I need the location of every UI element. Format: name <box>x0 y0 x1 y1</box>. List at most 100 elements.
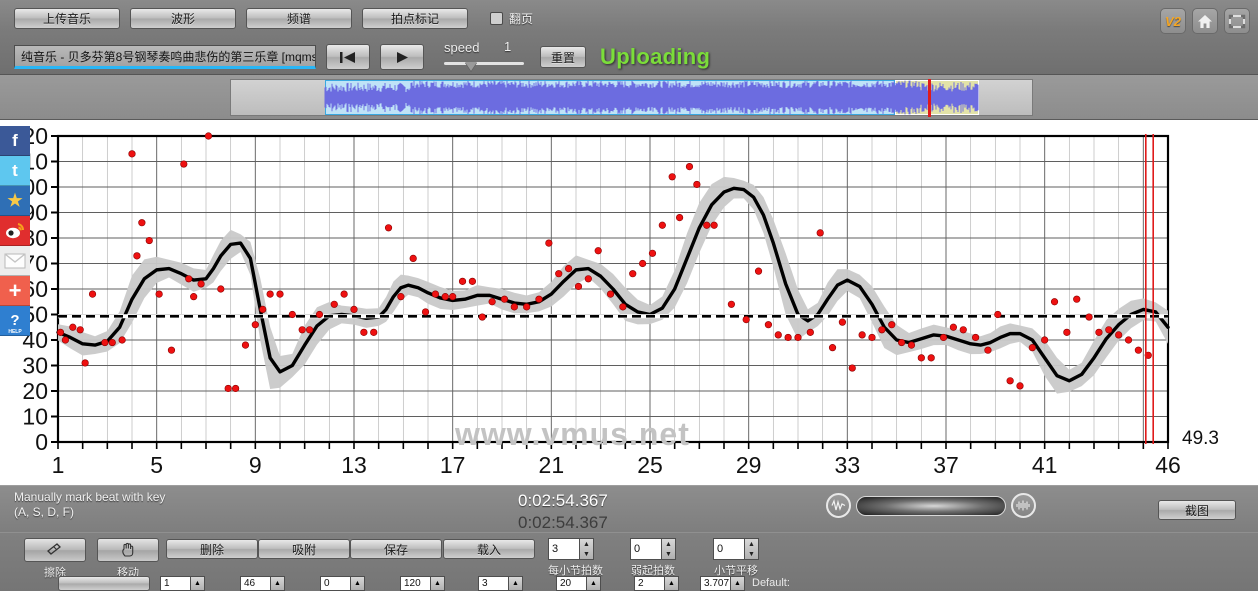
move-tool-button[interactable] <box>97 538 159 562</box>
overflow-stepper-value[interactable]: 120 <box>400 576 430 591</box>
tempo-chart-panel[interactable]: 0102030405060708090100110120159131721252… <box>0 120 1258 485</box>
svg-text:37: 37 <box>933 452 959 478</box>
help-icon[interactable]: ? HELP <box>0 306 30 336</box>
svg-text:9: 9 <box>249 452 262 478</box>
status-strip: Manually mark beat with key (A, S, D, F)… <box>0 485 1258 532</box>
volume-slider[interactable] <box>856 495 1006 516</box>
share-plus-icon[interactable]: + <box>0 276 30 306</box>
overflow-stepper-up-arrow[interactable]: ▲ <box>664 576 679 591</box>
delete-button[interactable]: 删除 <box>166 539 258 559</box>
overflow-stepper-5[interactable]: 3 ▲ <box>478 576 523 591</box>
overflow-stepper-value[interactable]: 3.707 <box>700 576 730 591</box>
stepper-up-arrow[interactable]: ▲ <box>580 539 593 549</box>
pickup-beats-arrows[interactable]: ▲ ▼ <box>661 538 676 560</box>
overflow-button[interactable] <box>58 576 150 591</box>
save-button[interactable]: 保存 <box>350 539 442 559</box>
beats-per-measure-group[interactable]: 3 ▲ ▼ 每小节拍数 <box>548 538 603 578</box>
overflow-stepper-value[interactable]: 3 <box>478 576 508 591</box>
overflow-stepper-value[interactable]: 46 <box>240 576 270 591</box>
track-title-field[interactable]: 纯音乐 - 贝多芬第8号钢琴奏鸣曲悲伤的第三乐章 [mqms] <box>14 45 316 69</box>
overflow-stepper-7[interactable]: 2 ▲ <box>634 576 679 591</box>
overflow-stepper-up-arrow[interactable]: ▲ <box>350 576 365 591</box>
home-button[interactable] <box>1192 8 1218 34</box>
reset-button[interactable]: 重置 <box>540 46 586 68</box>
stepper-up-arrow[interactable]: ▲ <box>745 539 758 549</box>
measure-shift-value[interactable]: 0 <box>713 538 744 560</box>
stepper-down-arrow[interactable]: ▼ <box>662 549 675 559</box>
wave-glyph-icon <box>831 499 846 511</box>
speed-slider-track[interactable] <box>444 62 524 65</box>
overflow-stepper-8[interactable]: 3.707 ▲ <box>700 576 745 591</box>
beats-per-measure-value[interactable]: 3 <box>548 538 579 560</box>
stepper-down-arrow[interactable]: ▼ <box>745 549 758 559</box>
pickup-beats-group[interactable]: 0 ▲ ▼ 弱起拍数 <box>630 538 676 578</box>
beats-per-measure-stepper[interactable]: 3 ▲ ▼ <box>548 538 594 560</box>
time-display: 0:02:54.367 0:02:54.367 <box>518 490 608 534</box>
measure-shift-group[interactable]: 0 ▲ ▼ 小节平移 <box>713 538 759 578</box>
load-button[interactable]: 载入 <box>443 539 535 559</box>
beat-mark-button[interactable]: 拍点标记 <box>362 8 468 29</box>
overflow-stepper-value[interactable]: 1 <box>160 576 190 591</box>
waveform-button[interactable]: 波形 <box>130 8 236 29</box>
tempo-chart[interactable]: 0102030405060708090100110120159131721252… <box>0 120 1258 485</box>
erase-tool-group[interactable]: 擦除 <box>24 538 86 580</box>
svg-text:25: 25 <box>637 452 663 478</box>
pickup-beats-stepper[interactable]: 0 ▲ ▼ <box>630 538 676 560</box>
overflow-stepper-value[interactable]: 20 <box>556 576 586 591</box>
snap-button[interactable]: 吸附 <box>258 539 350 559</box>
mode-button-row: 上传音乐 波形 频谱 拍点标记 翻页 <box>14 8 533 29</box>
upload-music-button[interactable]: 上传音乐 <box>14 8 120 29</box>
play-button[interactable] <box>380 44 424 70</box>
speed-value: 1 <box>504 39 512 54</box>
default-label: Default: <box>752 577 790 589</box>
overflow-stepper-up-arrow[interactable]: ▲ <box>508 576 523 591</box>
email-icon[interactable] <box>0 246 30 276</box>
rewind-to-start-button[interactable] <box>326 44 370 70</box>
overflow-stepper-up-arrow[interactable]: ▲ <box>270 576 285 591</box>
overflow-stepper-6[interactable]: 20 ▲ <box>556 576 601 591</box>
overflow-stepper-up-arrow[interactable]: ▲ <box>730 576 745 591</box>
waveform-overview-canvas[interactable] <box>230 79 1033 117</box>
twitter-icon[interactable]: t <box>0 156 30 186</box>
page-turn-checkbox[interactable] <box>490 12 503 25</box>
weibo-icon[interactable] <box>0 216 30 246</box>
version-badge[interactable]: V2 <box>1160 8 1186 34</box>
waveform-playhead[interactable] <box>928 79 931 117</box>
waveform-detail-icon[interactable] <box>1011 493 1036 518</box>
speed-label: speed <box>444 40 480 55</box>
move-tool-group[interactable]: 移动 <box>97 538 159 580</box>
stepper-down-arrow[interactable]: ▼ <box>580 549 593 559</box>
overflow-stepper-1[interactable]: 1 ▲ <box>160 576 205 591</box>
social-share-rail: f t ★ + ? HELP <box>0 126 30 336</box>
stepper-up-arrow[interactable]: ▲ <box>662 539 675 549</box>
waveform-small-icon[interactable] <box>826 493 851 518</box>
svg-text:30: 30 <box>22 353 48 379</box>
page-turn-checkbox-group[interactable]: 翻页 <box>490 10 533 27</box>
speed-slider-thumb[interactable] <box>465 62 477 71</box>
overflow-stepper-4[interactable]: 120 ▲ <box>400 576 445 591</box>
svg-text:29: 29 <box>736 452 762 478</box>
overflow-stepper-3[interactable]: 0 ▲ <box>320 576 365 591</box>
hint-line-2: (A, S, D, F) <box>14 505 74 519</box>
qzone-star-icon[interactable]: ★ <box>0 186 30 216</box>
measure-shift-stepper[interactable]: 0 ▲ ▼ <box>713 538 759 560</box>
spectrum-button[interactable]: 频谱 <box>246 8 352 29</box>
overflow-stepper-value[interactable]: 0 <box>320 576 350 591</box>
overflow-stepper-up-arrow[interactable]: ▲ <box>430 576 445 591</box>
overflow-stepper-up-arrow[interactable]: ▲ <box>190 576 205 591</box>
beats-per-measure-arrows[interactable]: ▲ ▼ <box>579 538 594 560</box>
measure-shift-arrows[interactable]: ▲ ▼ <box>744 538 759 560</box>
volume-control-group[interactable] <box>826 493 1036 518</box>
screenshot-button[interactable]: 截图 <box>1158 500 1236 520</box>
current-time: 0:02:54.367 <box>518 491 608 510</box>
overflow-stepper-value[interactable]: 2 <box>634 576 664 591</box>
waveform-overview-strip[interactable] <box>0 75 1258 120</box>
erase-tool-button[interactable] <box>24 538 86 562</box>
overflow-stepper-2[interactable]: 46 ▲ <box>240 576 285 591</box>
facebook-icon[interactable]: f <box>0 126 30 156</box>
fullscreen-button[interactable] <box>1224 8 1250 34</box>
overflow-stepper-up-arrow[interactable]: ▲ <box>586 576 601 591</box>
speed-control[interactable]: speed 1 <box>444 39 524 74</box>
pickup-beats-value[interactable]: 0 <box>630 538 661 560</box>
svg-text:33: 33 <box>835 452 861 478</box>
